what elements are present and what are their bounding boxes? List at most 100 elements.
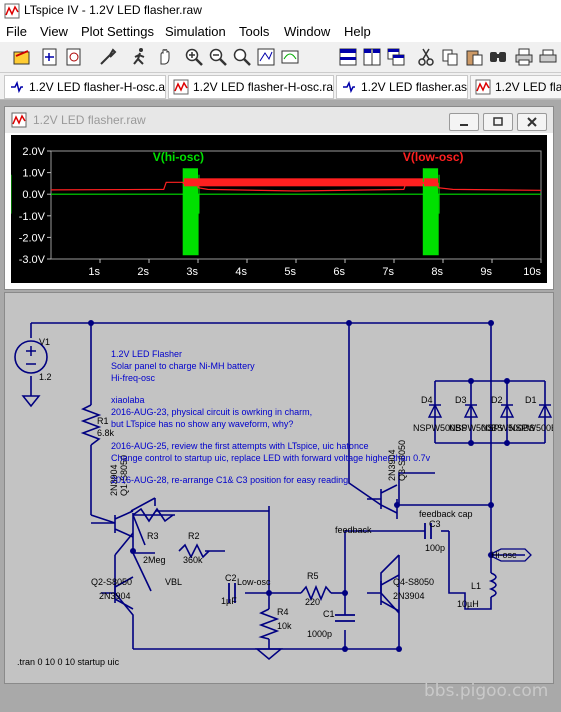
minimize-icon [460,124,468,126]
y-tick-label: -2.0V [19,232,46,244]
low-osc-overlap [183,178,198,187]
x-tick-label: 9s [480,266,492,278]
tile-horizontal-icon[interactable] [338,47,358,67]
r4-label: R4 [277,607,289,617]
spice-directive[interactable]: .tran 0 10 0 10 startup uic [17,657,120,667]
tile-vertical-icon[interactable] [362,47,382,67]
toolbar [0,42,561,73]
waveform-window: 1.2V LED flasher.raw 2.0V 1.0V 0.0V -1.0V -2… [4,106,554,290]
menu-tools[interactable]: Tools [239,24,269,39]
schematic-window[interactable]: V1 1.2 R1 6.8k Q1-S8050 2N3904 R3 2Meg R… [4,292,554,684]
x-tick-label: 8s [431,266,443,278]
autorange-icon[interactable] [280,47,300,67]
waveform-plot[interactable]: 2.0V 1.0V 0.0V -1.0V -2.0V -3.0V 1s 2s 3s 4s 5s 6s 7… [11,135,547,283]
q2-label: Q2-S8050 [91,577,132,587]
tab-label: 1.2V LED flasher-H-osc.raw [193,80,334,94]
menu-plot-settings[interactable]: Plot Settings [81,24,154,39]
zoom-fit-icon[interactable] [256,47,276,67]
feedback-cap-label: feedback cap [419,509,473,519]
new-schematic-icon[interactable] [40,47,60,67]
control-panel-icon[interactable] [98,47,118,67]
close-button[interactable] [517,113,547,131]
c2-value: 1µF [221,596,237,606]
menu-window[interactable]: Window [284,24,330,39]
zoom-in-icon[interactable] [184,47,204,67]
note-line: 1.2V LED Flasher [111,349,182,359]
waveform-window-titlebar: 1.2V LED flasher.raw [5,107,553,133]
waveform-window-title: 1.2V LED flasher.raw [33,113,146,127]
q4-label: Q4-S8050 [393,577,434,587]
r5-label: R5 [307,571,319,581]
paste-icon[interactable] [464,47,484,67]
find-icon[interactable] [488,47,508,67]
open-icon[interactable] [12,47,32,67]
note-line: Solar panel to charge Ni-MH battery [111,361,255,371]
r3-value: 2Meg [143,555,166,565]
tab-flasher-asc[interactable]: 1.2V LED flasher.asc [336,75,468,99]
menu-file[interactable]: File [6,24,27,39]
tab-h-osc-asc[interactable]: 1.2V LED flasher-H-osc.asc [4,75,166,99]
y-tick-label: 2.0V [22,146,45,158]
v1-label: V1 [39,337,50,347]
note-line: Change control to startup uic, replace L… [111,453,431,463]
ltspice-app-icon [4,3,20,19]
zoom-out-icon[interactable] [208,47,228,67]
schematic-icon [343,80,355,94]
note-line: 2016-AUG-23, physical circuit is owrking… [111,407,312,417]
q4-model: 2N3904 [393,591,425,601]
document-tabs: 1.2V LED flasher-H-osc.asc 1.2V LED flas… [0,73,561,100]
minimize-button[interactable] [449,113,479,131]
c2-label: C2 [225,573,237,583]
y-tick-label: 1.0V [22,168,45,180]
menu-view[interactable]: View [40,24,68,39]
menu-simulation[interactable]: Simulation [165,24,226,39]
copy-icon[interactable] [440,47,460,67]
zoom-area-icon[interactable] [232,47,252,67]
cut-icon[interactable] [416,47,436,67]
plus-minus-glyph [26,346,36,365]
print-preview-icon[interactable] [538,47,558,67]
print-icon[interactable] [514,47,534,67]
low-osc-netlabel: Low-osc [237,577,271,587]
v1-value: 1.2 [39,372,52,382]
inductor-l1[interactable] [488,572,497,598]
x-tick-label: 10s [523,266,541,278]
transistors[interactable] [91,484,400,612]
y-tick-label: 0.0V [22,189,45,201]
resistor-r4[interactable] [258,608,280,640]
menu-help[interactable]: Help [344,24,371,39]
hi-osc-netlabel: Hi-osc [491,550,517,560]
note-line: 2016-AUG-28, re-arrange C1& C3 position … [111,475,348,485]
tab-label: 1.2V LED flasher.raw [495,80,561,94]
x-tick-label: 2s [137,266,149,278]
note-line: 2016-AUG-25, review the first attempts w… [111,441,368,451]
legend-low-osc: V(low-osc) [403,150,464,164]
c3-label: C3 [429,519,441,529]
ground-symbol [254,648,284,660]
window-title: LTspice IV - 1.2V LED flasher.raw [24,3,202,17]
run-icon[interactable] [130,47,150,67]
note-line: xiaolaba [111,395,145,405]
tab-h-osc-raw[interactable]: 1.2V LED flasher-H-osc.raw [168,75,334,99]
vbl-netlabel: VBL [165,577,182,587]
r1-label: R1 [97,416,109,426]
plot-background [11,135,547,283]
c1-value: 1000p [307,629,332,639]
d2-label: D2 [491,395,503,405]
d1-label: D1 [525,395,537,405]
halt-icon[interactable] [155,47,175,67]
l1-label: L1 [471,581,481,591]
schematic-canvas[interactable]: V1 1.2 R1 6.8k Q1-S8050 2N3904 R3 2Meg R… [5,293,553,683]
maximize-button[interactable] [483,113,513,131]
low-osc-overlap [198,178,424,187]
cascade-icon[interactable] [386,47,406,67]
c1-label: C1 [323,609,335,619]
note-line: but LTspice has no show any waveform, wh… [111,419,293,429]
waveform-icon [11,112,27,128]
tab-flasher-raw[interactable]: 1.2V LED flasher.raw [470,75,561,99]
led-array[interactable] [427,403,553,418]
capacitor-c1[interactable] [335,614,355,622]
new-symbol-icon[interactable] [64,47,84,67]
d4-label: D4 [421,395,433,405]
c3-value: 100p [425,543,445,553]
